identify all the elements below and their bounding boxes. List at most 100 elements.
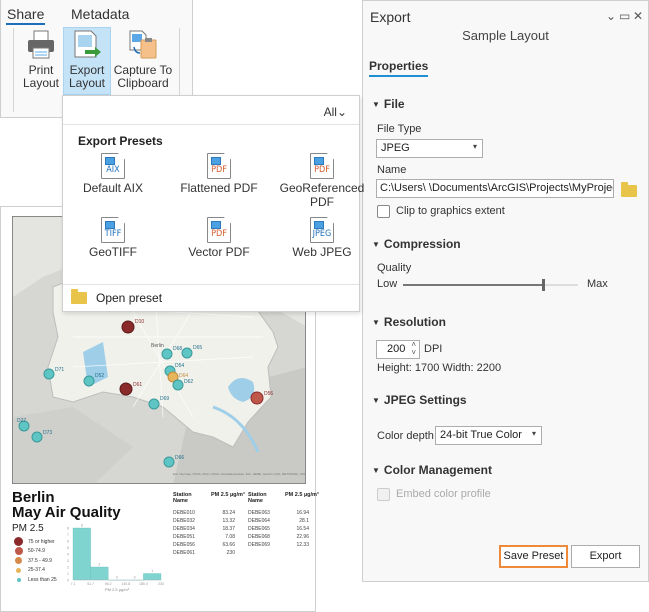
pane-options-icon[interactable]: ⌄	[606, 9, 616, 23]
section-jpeg-settings[interactable]: ▼ JPEG Settings	[372, 393, 467, 407]
map-label: D52	[95, 373, 104, 379]
clipboard-icon	[127, 30, 159, 60]
preset-label: GeoTIFF	[88, 245, 137, 259]
chevron-down-icon: ▼	[372, 396, 380, 405]
divider	[63, 284, 359, 285]
stepper-arrows-icon[interactable]: ˄ ˅	[411, 341, 416, 357]
map-label: D62	[184, 379, 193, 385]
preset-label: Default AIX	[82, 181, 144, 195]
bar-count-label: 1	[151, 569, 153, 573]
section-resolution[interactable]: ▼ Resolution	[372, 315, 446, 329]
open-preset-button[interactable]: Open preset	[71, 289, 163, 305]
legend-symbol-icon	[14, 537, 23, 546]
capture-to-clipboard-button[interactable]: Capture To Clipboard	[113, 28, 173, 94]
map-label: D65	[193, 345, 202, 351]
layout-title-line-2: May Air Quality	[12, 504, 121, 521]
close-icon[interactable]: ✕	[633, 9, 643, 23]
bar-count-label: 0	[116, 576, 118, 580]
tab-metadata[interactable]: Metadata	[71, 6, 129, 22]
embed-color-profile-label: Embed color profile	[396, 488, 491, 500]
clip-to-graphics-checkbox[interactable]	[377, 205, 390, 218]
table-cell-value: 22.96	[296, 534, 309, 540]
chevron-down-icon: ▼	[372, 466, 380, 475]
map-label: D68	[173, 346, 182, 352]
preset-flattened-pdf[interactable]: PDF Flattened PDF	[171, 153, 267, 195]
table-cell-station: DEBE063	[248, 510, 270, 516]
maximize-icon[interactable]: ▭	[619, 9, 630, 23]
preset-web-jpeg[interactable]: JPEG Web JPEG	[274, 217, 370, 259]
y-tick-label: 3	[67, 559, 69, 563]
layout-title: Berlin May Air Quality	[12, 490, 121, 520]
histogram-bar	[143, 573, 162, 581]
dpi-stepper[interactable]: 200 ˄ ˅	[376, 340, 420, 359]
printer-icon	[25, 30, 57, 60]
quality-slider[interactable]	[403, 279, 578, 291]
browse-folder-icon[interactable]	[621, 182, 637, 197]
section-color-management[interactable]: ▼ Color Management	[372, 463, 492, 477]
table-header: PM 2.5 µg/m³	[285, 492, 319, 498]
legend-item: 75 or higher	[14, 537, 55, 546]
export-button[interactable]: Export	[571, 545, 640, 568]
dropdown-arrow-icon: ▾	[472, 142, 477, 151]
color-depth-label: Color depth	[377, 430, 434, 442]
chevron-down-icon: ▼	[372, 318, 380, 327]
export-presets-gallery: All⌄ Export Presets AIX Default AIX PDF Fla…	[62, 95, 364, 312]
table-cell-station: DEBE061	[173, 550, 195, 556]
dropdown-arrow-icon: ▾	[531, 429, 536, 438]
preset-label: GeoReferenced PDF	[279, 181, 365, 209]
table-cell-value: 7.08	[225, 534, 235, 540]
y-tick-label: 4	[67, 553, 69, 557]
save-preset-button[interactable]: Save Preset	[499, 545, 568, 568]
print-layout-button[interactable]: Print Layout	[18, 28, 64, 94]
file-name-input[interactable]: C:\Users\ \Documents\ArcGIS\Projects\MyP…	[376, 179, 614, 198]
table-cell-station: DEBE069	[248, 542, 270, 548]
table-cell-value: 16.54	[296, 526, 309, 532]
section-file[interactable]: ▼ File	[372, 97, 405, 111]
map-label: D69	[160, 396, 169, 402]
table-cell-station: DEBE068	[248, 534, 270, 540]
table-cell-value: 230	[226, 550, 235, 556]
file-type-select[interactable]: JPEG ▾	[376, 139, 483, 158]
tab-share[interactable]: Share	[5, 6, 46, 25]
legend-item: 37.5 - 49.9	[14, 557, 52, 564]
table-cell-station: DEBE064	[248, 518, 270, 524]
preset-label: Web JPEG	[292, 245, 352, 259]
histogram-chart: 0 1 2 3 4 5 6 7 8 8 2 0 0 1 7.1 51.7 96.2 140.8 185.4 230 PM…	[67, 524, 164, 593]
table-cell-station: DEBE032	[173, 518, 195, 524]
map-label: D66	[175, 455, 184, 461]
table-header: Station Name	[173, 492, 192, 504]
color-depth-select[interactable]: 24-bit True Color ▾	[435, 426, 542, 445]
capture-label-2: Clipboard	[117, 76, 169, 90]
preset-default-aix[interactable]: AIX Default AIX	[65, 153, 161, 195]
preset-georeferenced-pdf[interactable]: PDF GeoReferenced PDF	[274, 153, 370, 209]
y-tick-label: 2	[67, 566, 69, 570]
quality-slider-thumb[interactable]	[542, 279, 545, 291]
export-pane: Export ⌄ ▭ ✕ Sample Layout Properties ▼ F…	[362, 0, 649, 582]
legend-item: 50-74.9	[14, 547, 45, 555]
y-tick-label: 5	[67, 546, 69, 550]
file-type-label: File Type	[377, 123, 422, 135]
open-preset-label: Open preset	[96, 291, 163, 305]
legend-item: Less than 25	[14, 577, 57, 583]
legend-symbol-icon	[15, 557, 22, 564]
chevron-down-icon: ▼	[372, 100, 380, 109]
map-label-city: Berlin	[151, 343, 164, 349]
histogram-bar	[90, 566, 109, 581]
x-tick-label: 51.7	[87, 582, 94, 586]
preset-label: Vector PDF	[188, 245, 250, 259]
export-layout-icon	[71, 30, 103, 60]
table-cell-station: DEBE010	[173, 510, 195, 516]
aix-file-icon: AIX	[101, 153, 125, 179]
legend-symbol-icon	[14, 547, 23, 555]
export-layout-button[interactable]: Export Layout ⌄	[63, 27, 111, 103]
preset-geotiff[interactable]: TIFF GeoTIFF	[65, 217, 161, 259]
map-label: D10	[135, 319, 144, 325]
embed-color-profile-checkbox[interactable]	[377, 488, 390, 501]
preset-vector-pdf[interactable]: PDF Vector PDF	[171, 217, 267, 259]
tab-properties[interactable]: Properties	[369, 59, 429, 77]
section-compression[interactable]: ▼ Compression	[372, 237, 461, 251]
x-tick-label: 140.8	[121, 582, 130, 586]
y-tick-label: 6	[67, 540, 69, 544]
filter-dropdown[interactable]: All⌄	[324, 105, 347, 119]
y-tick-label: 1	[67, 572, 69, 576]
